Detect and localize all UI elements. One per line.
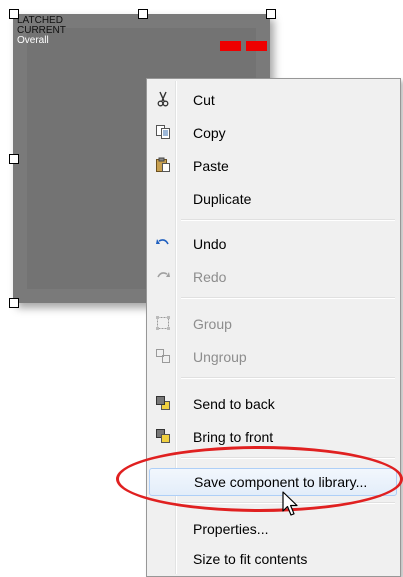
menu-item-label: Copy: [193, 125, 226, 141]
menu-item-undo[interactable]: Undo: [149, 230, 397, 256]
status-indicator: [220, 41, 241, 51]
component-label: LATCHED CURRENT Overall: [17, 16, 66, 46]
paste-icon: [153, 155, 173, 175]
menu-item-ungroup[interactable]: Ungroup: [149, 343, 397, 369]
resize-handle-bottom-left[interactable]: [9, 298, 19, 308]
menu-item-label: Properties...: [193, 521, 269, 537]
resize-handle-top-left[interactable]: [9, 9, 19, 19]
menu-item-label: Send to back: [193, 396, 275, 412]
menu-item-label: Size to fit contents: [193, 551, 308, 567]
menu-item-group[interactable]: Group: [149, 310, 397, 336]
group-icon: [153, 313, 173, 333]
menu-item-label: Undo: [193, 236, 227, 252]
menu-separator: [181, 219, 395, 221]
menu-item-paste[interactable]: Paste: [149, 152, 397, 178]
menu-item-label: Ungroup: [193, 349, 247, 365]
send-to-back-icon: [153, 393, 173, 413]
menu-item-label: Redo: [193, 269, 227, 285]
menu-item-label: Group: [193, 316, 232, 332]
menu-separator: [181, 377, 395, 379]
resize-handle-top-right[interactable]: [266, 9, 276, 19]
scissors-icon: [153, 89, 173, 109]
menu-item-label: Save component to library...: [194, 474, 368, 490]
menu-item-cut[interactable]: Cut: [149, 86, 397, 112]
context-menu: Cut Copy Paste Duplicate Undo Redo Group: [146, 78, 401, 577]
redo-icon: [153, 266, 173, 286]
menu-item-label: Paste: [193, 158, 229, 174]
menu-separator: [181, 457, 395, 459]
menu-item-properties[interactable]: Properties...: [149, 515, 397, 541]
menu-item-label: Duplicate: [193, 191, 252, 207]
menu-item-label: Cut: [193, 92, 215, 108]
menu-item-bring-to-front[interactable]: Bring to front: [149, 423, 397, 449]
menu-item-redo[interactable]: Redo: [149, 263, 397, 289]
menu-item-duplicate[interactable]: Duplicate: [149, 185, 397, 211]
resize-handle-left[interactable]: [9, 154, 19, 164]
menu-item-size-to-fit-contents[interactable]: Size to fit contents: [149, 545, 397, 571]
ungroup-icon: [153, 346, 173, 366]
menu-separator: [181, 297, 395, 299]
mouse-pointer-icon: [282, 491, 300, 522]
status-indicator: [246, 41, 267, 51]
component-label-line3: Overall: [17, 35, 49, 46]
menu-item-send-to-back[interactable]: Send to back: [149, 390, 397, 416]
copy-icon: [153, 122, 173, 142]
menu-item-save-component-to-library[interactable]: Save component to library...: [149, 468, 397, 496]
menu-item-copy[interactable]: Copy: [149, 119, 397, 145]
menu-item-label: Bring to front: [193, 429, 274, 445]
undo-icon: [153, 233, 173, 253]
bring-to-front-icon: [153, 426, 173, 446]
resize-handle-top[interactable]: [138, 9, 148, 19]
